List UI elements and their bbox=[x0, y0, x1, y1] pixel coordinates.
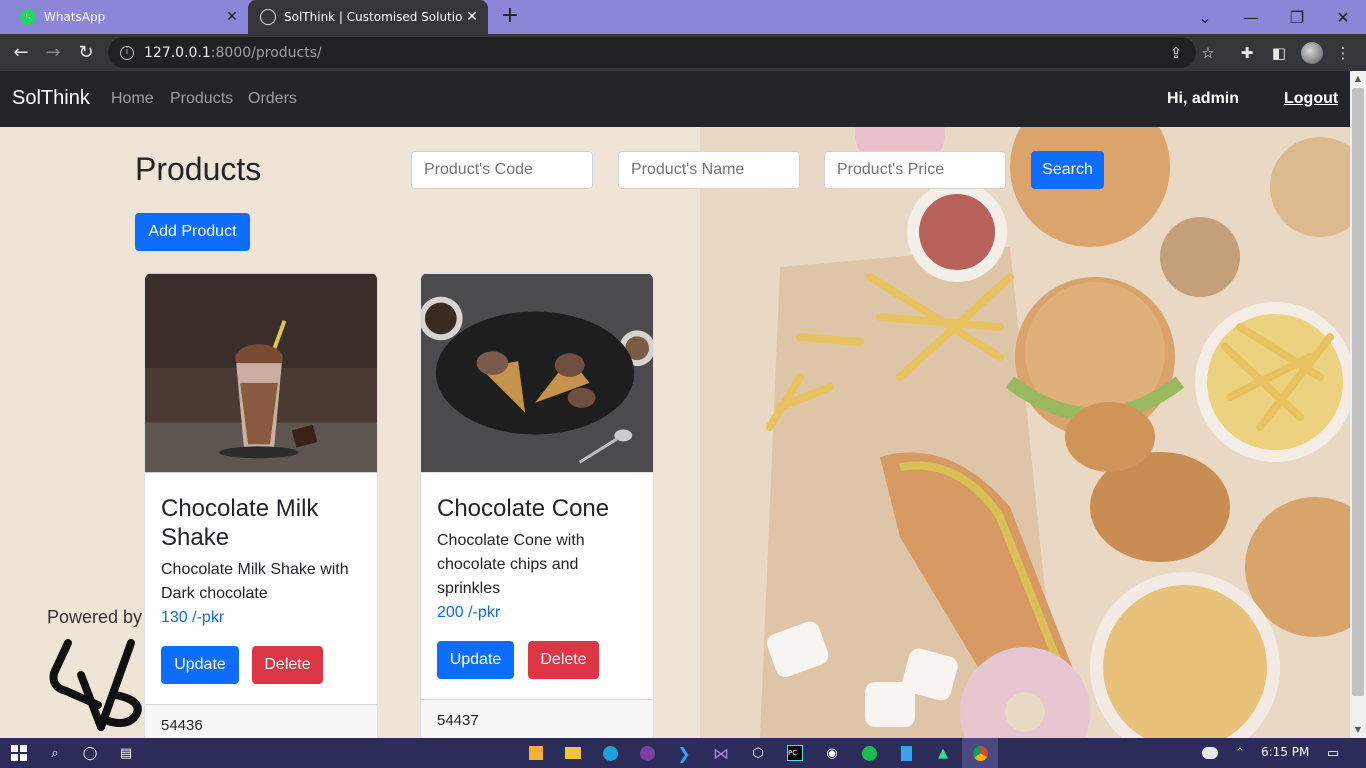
url-bar[interactable]: i 127.0.0.1:8000/products/ bbox=[108, 37, 1196, 68]
side-panel-icon[interactable]: ◧ bbox=[1268, 42, 1290, 64]
app-purple-icon[interactable] bbox=[636, 742, 658, 764]
obs-icon[interactable]: ◉ bbox=[821, 742, 843, 764]
scroll-up-icon[interactable]: ▲ bbox=[1350, 71, 1366, 87]
scrollbar-thumb[interactable] bbox=[1352, 88, 1364, 696]
tray-chevron-icon[interactable]: ⌃ bbox=[1229, 742, 1251, 764]
scroll-down-icon[interactable]: ▼ bbox=[1350, 722, 1366, 738]
product-name-input[interactable] bbox=[618, 151, 800, 189]
profile-avatar[interactable] bbox=[1301, 42, 1323, 64]
product-price: 130 /-pkr bbox=[161, 609, 225, 626]
forward-icon[interactable]: → bbox=[40, 40, 66, 66]
close-tab-icon[interactable]: ✕ bbox=[222, 9, 242, 25]
close-tab-icon[interactable]: ✕ bbox=[462, 9, 482, 25]
url-host: 127.0.0.1 bbox=[144, 44, 211, 61]
spotify-icon[interactable] bbox=[858, 742, 880, 764]
brand-logo[interactable]: SolThink bbox=[12, 87, 90, 110]
delete-button[interactable]: Delete bbox=[252, 646, 323, 684]
product-code: 54436 bbox=[145, 704, 377, 738]
update-button[interactable]: Update bbox=[437, 641, 514, 679]
product-name: Chocolate Milk Shake bbox=[161, 495, 319, 551]
android-studio-icon[interactable]: ▲ bbox=[932, 742, 954, 764]
logout-link[interactable]: Logout bbox=[1284, 90, 1338, 108]
reload-icon[interactable]: ↻ bbox=[73, 40, 99, 66]
pycharm-icon[interactable]: PC bbox=[784, 742, 806, 764]
tab-search-icon[interactable]: ⌄ bbox=[1182, 0, 1228, 34]
user-greeting: Hi, admin bbox=[1167, 90, 1240, 107]
file-explorer-icon[interactable] bbox=[562, 742, 584, 764]
chrome-icon[interactable] bbox=[969, 742, 991, 764]
tab-title: SolThink | Customised Solutions bbox=[284, 10, 462, 24]
new-tab-icon[interactable]: + bbox=[498, 4, 522, 28]
delete-button[interactable]: Delete bbox=[528, 641, 599, 679]
company-logo bbox=[49, 639, 142, 731]
product-price-input[interactable] bbox=[824, 151, 1006, 189]
product-name: Chocolate Cone bbox=[437, 495, 610, 522]
tab-whatsapp[interactable]: WhatsApp ✕ bbox=[0, 0, 248, 34]
bookmark-star-icon[interactable]: ☆ bbox=[1197, 42, 1219, 64]
page-title: Products bbox=[135, 151, 262, 187]
back-icon[interactable]: ← bbox=[8, 40, 34, 66]
window-close-icon[interactable]: ✕ bbox=[1320, 0, 1366, 34]
product-card: Chocolate Milk Shake Chocolate Milk Shak… bbox=[144, 272, 378, 738]
store-icon[interactable] bbox=[525, 742, 547, 764]
product-code-input[interactable] bbox=[411, 151, 593, 189]
site-info-icon[interactable]: i bbox=[120, 45, 134, 60]
tab-title: WhatsApp bbox=[44, 10, 106, 24]
product-description: Chocolate Cone with chocolate chips and … bbox=[437, 532, 585, 597]
vscode-icon[interactable]: ❯ bbox=[673, 742, 695, 764]
product-description: Chocolate Milk Shake with Dark chocolate bbox=[161, 561, 349, 602]
add-product-button[interactable]: Add Product bbox=[135, 213, 250, 251]
menu-icon[interactable]: ⋮ bbox=[1332, 42, 1354, 64]
taskbar-clock[interactable]: 6:15 PM bbox=[1261, 745, 1309, 759]
product-image-milkshake bbox=[145, 273, 377, 473]
product-card: Chocolate Cone Chocolate Cone with choco… bbox=[420, 272, 654, 738]
globe-icon bbox=[260, 9, 276, 25]
whatsapp-icon bbox=[20, 9, 36, 25]
notepad-icon[interactable] bbox=[895, 742, 917, 764]
address-toolbar: ← → ↻ i 127.0.0.1:8000/products/ ⇪ ☆ ✚ ◧… bbox=[0, 34, 1366, 71]
visual-studio-icon[interactable]: ⋈ bbox=[710, 742, 732, 764]
share-icon[interactable]: ⇪ bbox=[1165, 42, 1187, 64]
search-icon[interactable]: ⌕ bbox=[44, 742, 66, 764]
weather-icon[interactable] bbox=[1199, 742, 1221, 764]
edge-icon[interactable] bbox=[599, 742, 621, 764]
page-content: Products Search Add Product Powered by C… bbox=[0, 127, 1350, 738]
product-price: 200 /-pkr bbox=[437, 604, 501, 621]
extensions-icon[interactable]: ✚ bbox=[1236, 42, 1258, 64]
product-image-cone bbox=[421, 273, 653, 473]
windows-start-icon[interactable] bbox=[8, 742, 30, 764]
cube-icon[interactable]: ⬡ bbox=[747, 742, 769, 764]
nav-link-orders[interactable]: Orders bbox=[248, 90, 297, 108]
task-view-icon[interactable]: ▤ bbox=[115, 742, 137, 764]
url-path: :8000/products/ bbox=[210, 44, 322, 61]
restore-icon[interactable]: ❐ bbox=[1274, 0, 1320, 34]
tab-solthink[interactable]: SolThink | Customised Solutions ✕ bbox=[248, 0, 488, 34]
cortana-icon[interactable]: ◯ bbox=[79, 742, 101, 764]
powered-by-label: Powered by bbox=[47, 607, 143, 627]
site-navbar: SolThink Home Products Orders Hi, admin … bbox=[0, 71, 1350, 127]
taskbar: ⌕ ◯ ▤ ❯ ⋈ ⬡ PC ◉ ▲ ⌃ 6:15 PM ▭ bbox=[0, 738, 1366, 768]
product-code: 54437 bbox=[421, 699, 653, 738]
browser-tab-bar: WhatsApp ✕ SolThink | Customised Solutio… bbox=[0, 0, 1366, 34]
nav-link-home[interactable]: Home bbox=[111, 90, 154, 108]
search-button[interactable]: Search bbox=[1031, 151, 1104, 189]
nav-link-products[interactable]: Products bbox=[170, 90, 233, 108]
notification-icon[interactable]: ▭ bbox=[1322, 742, 1344, 764]
update-button[interactable]: Update bbox=[161, 646, 239, 684]
minimize-icon[interactable]: — bbox=[1228, 0, 1274, 34]
